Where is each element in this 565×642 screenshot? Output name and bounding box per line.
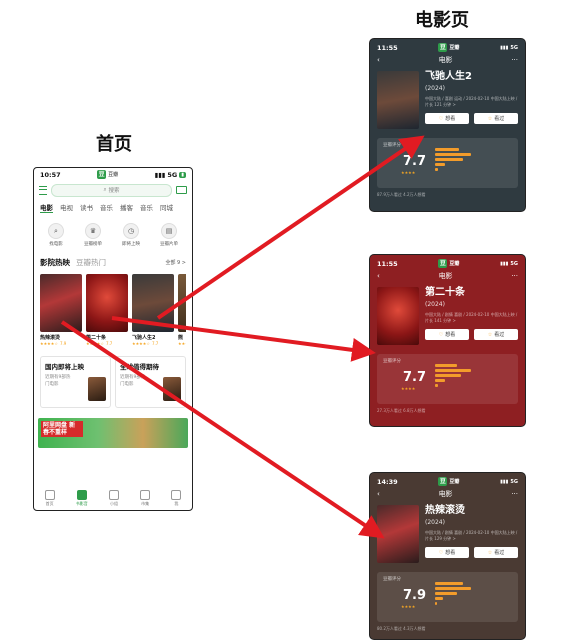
arrow-to-screen-3	[60, 320, 385, 539]
navigation-arrows	[60, 135, 425, 539]
arrow-to-screen-1	[156, 135, 425, 320]
arrow-to-screen-2	[111, 316, 376, 362]
